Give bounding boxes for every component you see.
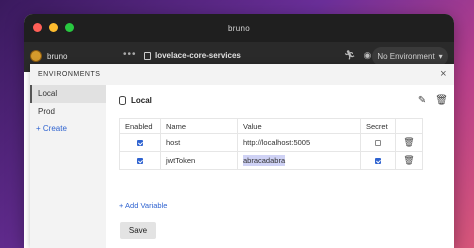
trash-icon[interactable]: 🗑︎ — [435, 95, 448, 106]
environment-item-local[interactable]: Local — [30, 85, 106, 103]
variable-name-input[interactable]: host — [160, 133, 238, 152]
chevron-down-icon: ▾ — [438, 52, 443, 61]
close-icon[interactable]: × — [440, 68, 447, 80]
eye-icon[interactable]: ◉ — [363, 50, 371, 61]
create-environment-button[interactable]: + Create — [30, 124, 106, 133]
environments-modal: ENVIRONMENTS × Local Prod + Create Local… — [30, 64, 454, 248]
table-header-row: Enabled Name Value Secret — [119, 118, 423, 134]
column-header: Value — [237, 118, 361, 134]
close-window-button[interactable] — [33, 23, 42, 32]
save-button[interactable]: Save — [120, 222, 156, 239]
title-bar: bruno — [24, 14, 454, 42]
table-row: jwtToken abracadabra 🗑︎ — [119, 151, 423, 170]
delete-cell: 🗑︎ — [395, 151, 423, 170]
environment-name: Local — [131, 96, 152, 105]
environment-title: Local — [119, 96, 152, 105]
app-brand[interactable]: bruno — [30, 50, 67, 62]
trash-icon[interactable]: 🗑︎ — [403, 155, 414, 165]
app-window: bruno bruno ••• lovelace-core-services 🏃… — [24, 14, 454, 248]
enabled-cell — [119, 151, 161, 170]
variable-value-input[interactable]: http://localhost:5005 — [237, 133, 361, 152]
selected-value-text: abracadabra — [243, 155, 286, 166]
environment-actions: ✎ 🗑︎ — [418, 95, 448, 106]
environment-item-prod[interactable]: Prod — [30, 103, 106, 121]
environment-list: Local Prod + Create — [30, 85, 106, 248]
collection-tab[interactable]: lovelace-core-services — [144, 51, 241, 60]
toolbar-actions: 🏃︎ ◉ — [344, 50, 371, 61]
modal-header: ENVIRONMENTS × — [30, 64, 454, 85]
secret-checkbox[interactable] — [375, 140, 381, 147]
secret-checkbox[interactable] — [375, 158, 381, 165]
app-name: bruno — [47, 51, 68, 61]
dog-logo-icon — [30, 50, 42, 62]
variable-value-input[interactable]: abracadabra — [237, 151, 361, 170]
table-row: host http://localhost:5005 🗑︎ — [119, 133, 423, 152]
delete-cell: 🗑︎ — [395, 133, 423, 152]
more-options-button[interactable]: ••• — [123, 49, 137, 60]
minimize-window-button[interactable] — [49, 23, 58, 32]
environment-select-label: No Environment — [377, 52, 435, 61]
enabled-cell — [119, 133, 161, 152]
modal-body: Local Prod + Create Local ✎ 🗑︎ Enabled N… — [30, 85, 454, 248]
add-variable-button[interactable]: + Add Variable — [119, 201, 167, 210]
enabled-checkbox[interactable] — [137, 140, 143, 147]
environment-details: Local ✎ 🗑︎ Enabled Name Value Secret hos… — [106, 85, 454, 248]
secret-cell — [360, 151, 396, 170]
variable-name-input[interactable]: jwtToken — [160, 151, 238, 170]
secret-cell — [360, 133, 396, 152]
collection-icon — [144, 51, 151, 60]
modal-title: ENVIRONMENTS — [38, 71, 101, 78]
enabled-checkbox[interactable] — [137, 158, 143, 165]
column-header — [395, 118, 423, 134]
window-title: bruno — [228, 23, 250, 33]
edit-icon[interactable]: ✎ — [418, 95, 426, 106]
maximize-window-button[interactable] — [65, 23, 74, 32]
column-header: Name — [160, 118, 238, 134]
column-header: Enabled — [119, 118, 161, 134]
collection-name: lovelace-core-services — [155, 51, 241, 60]
database-icon — [119, 96, 126, 105]
runner-icon[interactable]: 🏃︎ — [344, 50, 355, 61]
trash-icon[interactable]: 🗑︎ — [403, 137, 414, 147]
variables-table: Enabled Name Value Secret host http://lo… — [119, 118, 423, 170]
window-controls — [33, 23, 74, 32]
column-header: Secret — [360, 118, 396, 134]
